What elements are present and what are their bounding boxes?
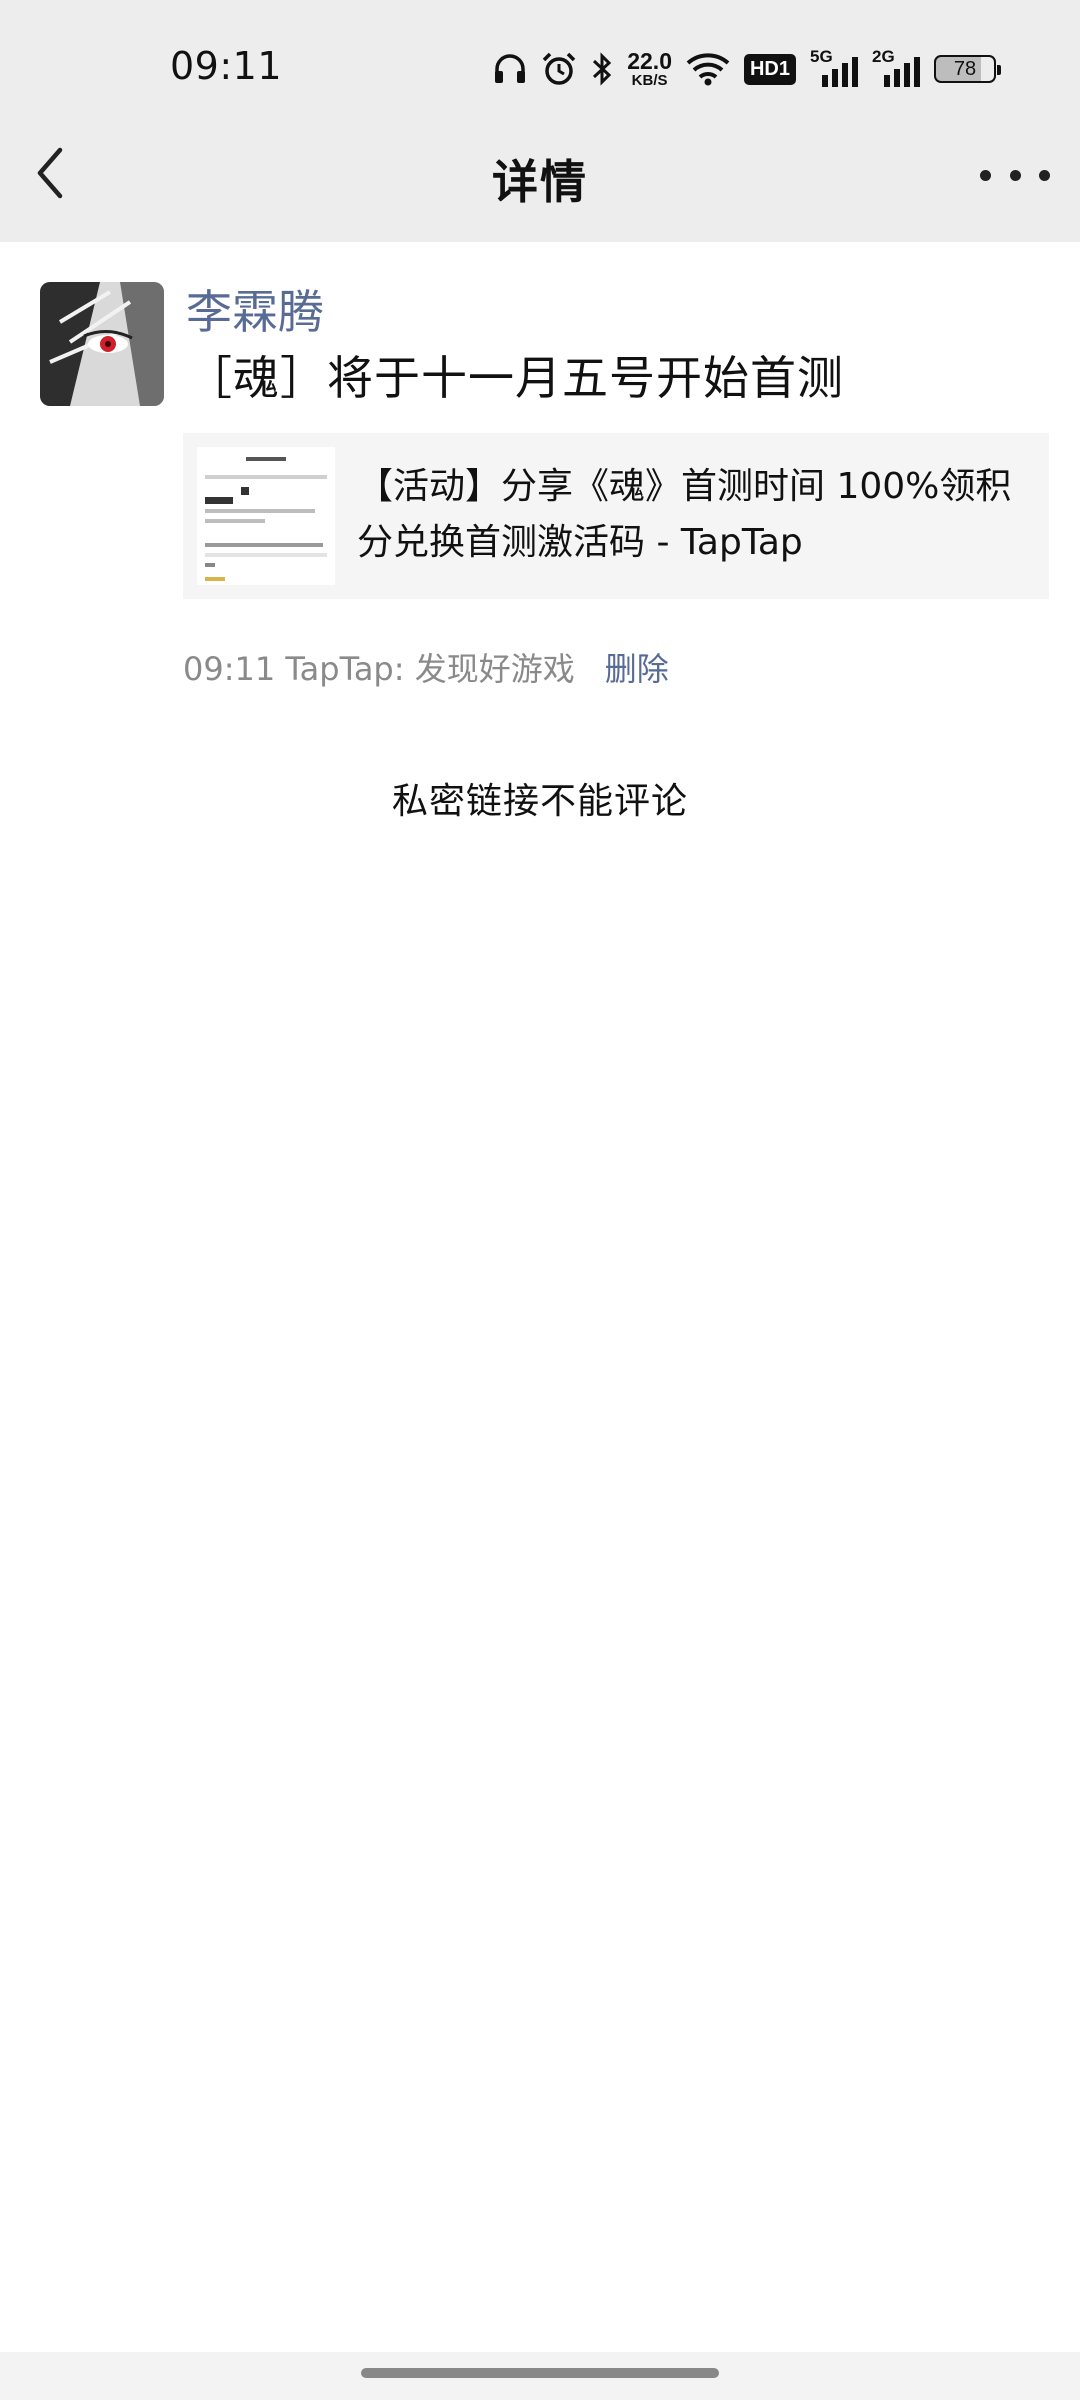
page-title: 详情 (492, 155, 588, 209)
thumbnail-block (205, 497, 233, 504)
post-text: ［魂］将于十一月五号开始首测 (186, 351, 844, 405)
more-dot (980, 169, 991, 181)
post-meta: 09:11 TapTap: 发现好游戏 删除 (183, 644, 669, 690)
link-thumbnail (197, 447, 335, 585)
delete-button[interactable]: 删除 (605, 644, 669, 690)
avatar-image (40, 282, 164, 406)
post-time-source: 09:11 TapTap: 发现好游戏 (183, 644, 575, 690)
more-button[interactable] (980, 160, 1050, 190)
avatar[interactable] (40, 282, 164, 406)
signal-2g: 2G (872, 47, 920, 87)
battery-icon: 78 (934, 55, 1001, 83)
hd-badge: HD1 (743, 53, 796, 85)
alarm-icon (541, 51, 577, 87)
gesture-area (0, 2352, 1080, 2400)
network-speed: 22.0 KB/S (627, 48, 672, 89)
signal-bars-icon (822, 57, 858, 87)
network-speed-value: 22.0 (627, 48, 672, 74)
network-speed-unit: KB/S (631, 72, 668, 89)
thumbnail-line (205, 553, 327, 557)
thumbnail-line (205, 563, 215, 567)
more-dot (1009, 169, 1021, 181)
thumbnail-line (205, 543, 323, 547)
bluetooth-icon (591, 51, 613, 87)
post-time: 09:11 (183, 650, 276, 688)
thumbnail-line (205, 577, 225, 581)
comment-disabled-notice: 私密链接不能评论 (391, 781, 688, 822)
more-dot (1039, 169, 1050, 181)
status-icons: 22.0 KB/S HD1 5G 2G 78 (493, 44, 1001, 94)
post-source[interactable]: TapTap: 发现好游戏 (285, 650, 574, 688)
status-time: 09:11 (170, 44, 283, 88)
thumbnail-title-lines (197, 455, 335, 466)
username[interactable]: 李霖腾 (186, 276, 324, 342)
link-card-title: 【活动】分享《魂》首测时间 100%领积分兑换首测激活码 - TapTap (357, 466, 1012, 563)
signal-5g: 5G (810, 47, 858, 87)
home-gesture-bar[interactable] (361, 2368, 719, 2378)
thumbnail-line (205, 475, 327, 479)
headphones-icon (493, 53, 527, 85)
thumbnail-line (205, 509, 315, 513)
thumbnail-line (205, 519, 265, 523)
top-bar: 09:11 22.0 KB/S HD1 5G 2G 78 详情 (0, 0, 1080, 242)
thumbnail-block (241, 487, 249, 495)
signal-bars-icon (884, 57, 920, 87)
wifi-icon (686, 52, 730, 86)
link-card[interactable]: 【活动】分享《魂》首测时间 100%领积分兑换首测激活码 - TapTap (183, 433, 1049, 599)
